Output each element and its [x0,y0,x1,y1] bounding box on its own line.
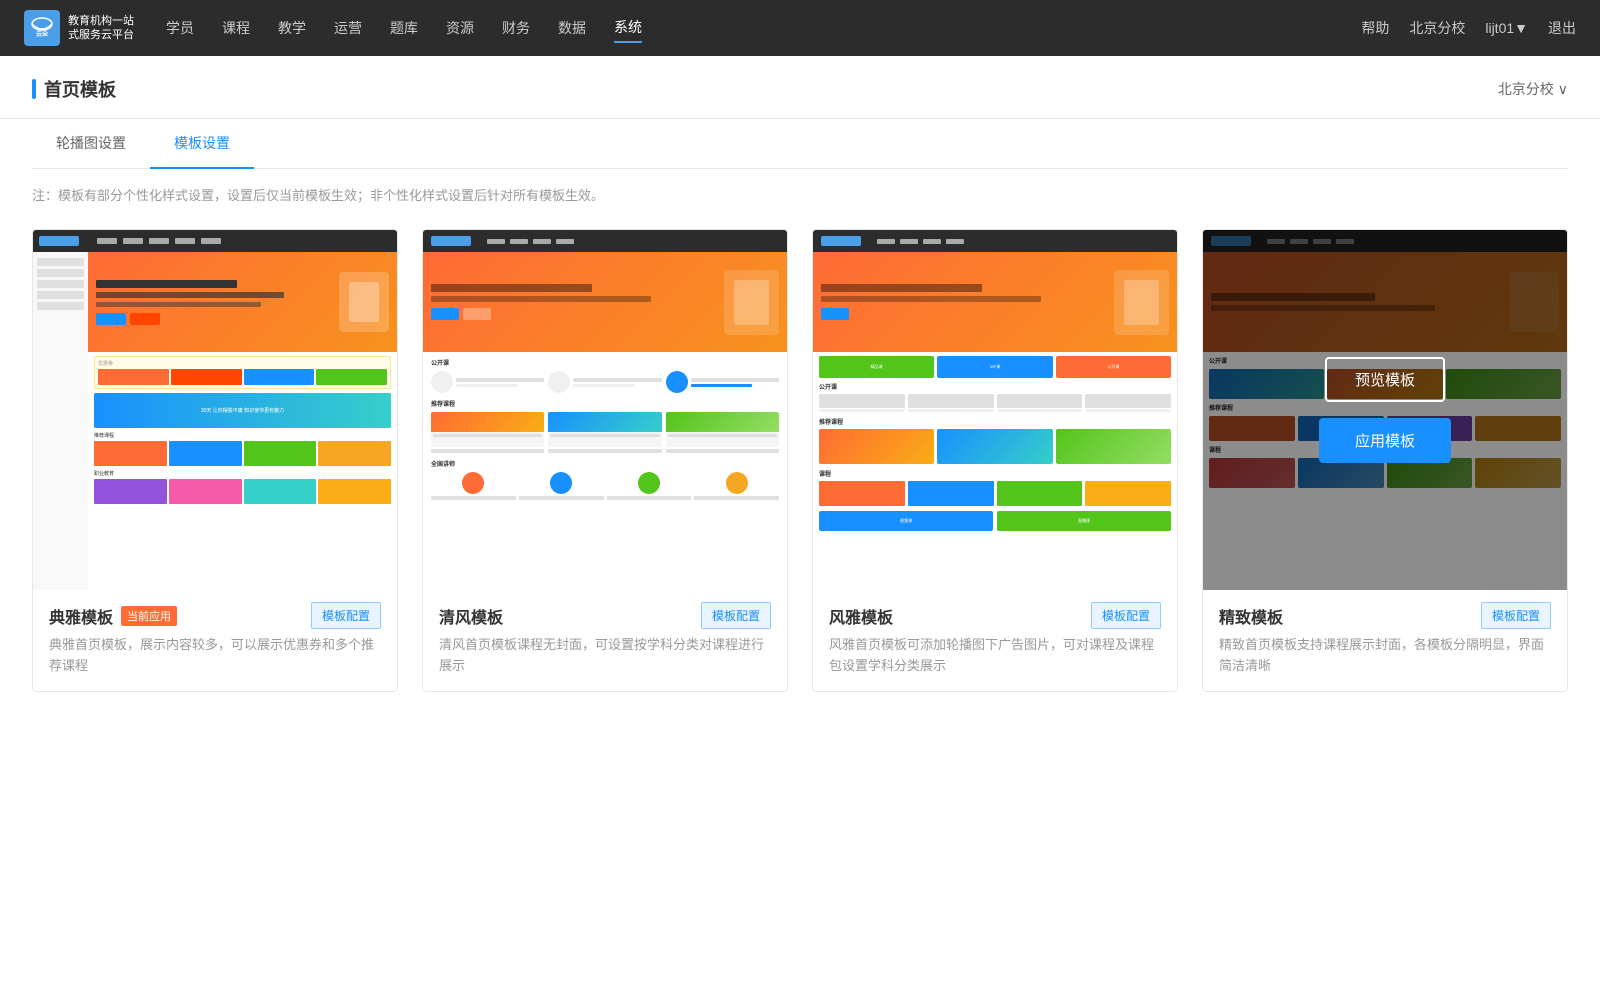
card-name-jingzhi: 精致模板 [1219,604,1283,628]
nav-item-finance[interactable]: 财务 [502,14,530,42]
template-preview-diannya[interactable]: 优惠券 30天 让你摆脱平庸 知识使你更有魅力 [33,230,397,590]
logo[interactable]: 云朵 教育机构一站 式服务云平台 [24,10,134,46]
main-nav: 云朵 教育机构一站 式服务云平台 学员 课程 教学 运营 题库 资源 财务 数据… [0,0,1600,56]
page-header: 首页模板 北京分校 ∨ [0,56,1600,119]
card-footer-qingfeng: 清风模板 模板配置 清风首页模板课程无封面，可设置按学科分类对课程进行展示 [423,590,787,691]
template-card-diannya: 优惠券 30天 让你摆脱平庸 知识使你更有魅力 [32,229,398,692]
nav-item-teaching[interactable]: 教学 [278,14,306,42]
config-btn-qingfeng[interactable]: 模板配置 [701,602,771,629]
mock-preview-qingfeng: 公开课 [423,230,787,590]
nav-item-students[interactable]: 学员 [166,14,194,42]
card-title-row-fengya: 风雅模板 模板配置 [829,602,1161,629]
template-card-jingzhi: 公开课 推荐课程 课程 [1202,229,1568,692]
template-preview-jingzhi[interactable]: 公开课 推荐课程 课程 [1203,230,1567,590]
branch-name: 北京分校 [1498,79,1554,99]
branch-arrow-icon: ∨ [1558,81,1568,98]
mock-preview-diannya: 优惠券 30天 让你摆脱平庸 知识使你更有魅力 [33,230,397,590]
tabs-container: 轮播图设置 模板设置 [0,119,1600,169]
template-preview-qingfeng[interactable]: 公开课 [423,230,787,590]
svg-text:云朵: 云朵 [36,30,48,38]
card-title-row-jingzhi: 精致模板 模板配置 [1219,602,1551,629]
logo-text: 教育机构一站 式服务云平台 [68,14,134,43]
template-overlay-jingzhi: 预览模板 应用模板 [1203,230,1567,590]
notice-bar: 注：模板有部分个性化样式设置，设置后仅当前模板生效；非个性化样式设置后针对所有模… [0,169,1600,213]
nav-item-resources[interactable]: 资源 [446,14,474,42]
tab-carousel[interactable]: 轮播图设置 [32,119,150,169]
nav-item-questions[interactable]: 题库 [390,14,418,42]
logout-link[interactable]: 退出 [1548,18,1576,38]
template-card-fengya: 精品课 VIP课 公开课 公开课 [812,229,1178,692]
tabs: 轮播图设置 模板设置 [32,119,1568,169]
help-link[interactable]: 帮助 [1361,18,1389,38]
card-name-fengya: 风雅模板 [829,604,893,628]
branch-link[interactable]: 北京分校 [1409,18,1465,38]
apply-btn-jingzhi[interactable]: 应用模板 [1319,418,1451,463]
nav-item-system[interactable]: 系统 [614,13,642,43]
card-title-row-qingfeng: 清风模板 模板配置 [439,602,771,629]
template-grid: 优惠券 30天 让你摆脱平庸 知识使你更有魅力 [0,213,1600,732]
card-title-row-diannya: 典雅模板 当前应用 模板配置 [49,602,381,629]
template-preview-fengya[interactable]: 精品课 VIP课 公开课 公开课 [813,230,1177,590]
card-desc-qingfeng: 清风首页模板课程无封面，可设置按学科分类对课程进行展示 [439,635,771,677]
card-desc-fengya: 风雅首页模板可添加轮播图下广告图片，可对课程及课程包设置学科分类展示 [829,635,1161,677]
card-footer-diannya: 典雅模板 当前应用 模板配置 典雅首页模板，展示内容较多，可以展示优惠券和多个推… [33,590,397,691]
card-desc-jingzhi: 精致首页模板支持课程展示封面，各模板分隔明显，界面简洁清晰 [1219,635,1551,677]
current-badge-diannya: 当前应用 [121,606,177,626]
logo-icon: 云朵 [24,10,60,46]
card-name-diannya: 典雅模板 [49,604,113,628]
user-menu[interactable]: lijt01▼ [1485,20,1528,36]
config-btn-fengya[interactable]: 模板配置 [1091,602,1161,629]
config-btn-diannya[interactable]: 模板配置 [311,602,381,629]
nav-right: 帮助 北京分校 lijt01▼ 退出 [1361,18,1576,38]
nav-menu: 学员 课程 教学 运营 题库 资源 财务 数据 系统 [166,13,642,43]
config-btn-jingzhi[interactable]: 模板配置 [1481,602,1551,629]
tab-template[interactable]: 模板设置 [150,119,254,169]
nav-item-data[interactable]: 数据 [558,14,586,42]
notice-text: 注：模板有部分个性化样式设置，设置后仅当前模板生效；非个性化样式设置后针对所有模… [32,188,604,203]
nav-item-operations[interactable]: 运营 [334,14,362,42]
card-name-qingfeng: 清风模板 [439,604,503,628]
card-desc-diannya: 典雅首页模板，展示内容较多，可以展示优惠券和多个推荐课程 [49,635,381,677]
page-title-bar [32,79,36,99]
preview-btn-jingzhi[interactable]: 预览模板 [1325,357,1445,402]
mock-preview-fengya: 精品课 VIP课 公开课 公开课 [813,230,1177,590]
nav-left: 云朵 教育机构一站 式服务云平台 学员 课程 教学 运营 题库 资源 财务 数据… [24,10,642,46]
page-content: 首页模板 北京分校 ∨ 轮播图设置 模板设置 注：模板有部分个性化样式设置，设置… [0,56,1600,990]
page-title-wrap: 首页模板 [32,76,116,118]
template-card-qingfeng: 公开课 [422,229,788,692]
branch-selector[interactable]: 北京分校 ∨ [1498,79,1568,115]
nav-item-courses[interactable]: 课程 [222,14,250,42]
card-footer-fengya: 风雅模板 模板配置 风雅首页模板可添加轮播图下广告图片，可对课程及课程包设置学科… [813,590,1177,691]
page-title: 首页模板 [44,76,116,102]
card-footer-jingzhi: 精致模板 模板配置 精致首页模板支持课程展示封面，各模板分隔明显，界面简洁清晰 [1203,590,1567,691]
